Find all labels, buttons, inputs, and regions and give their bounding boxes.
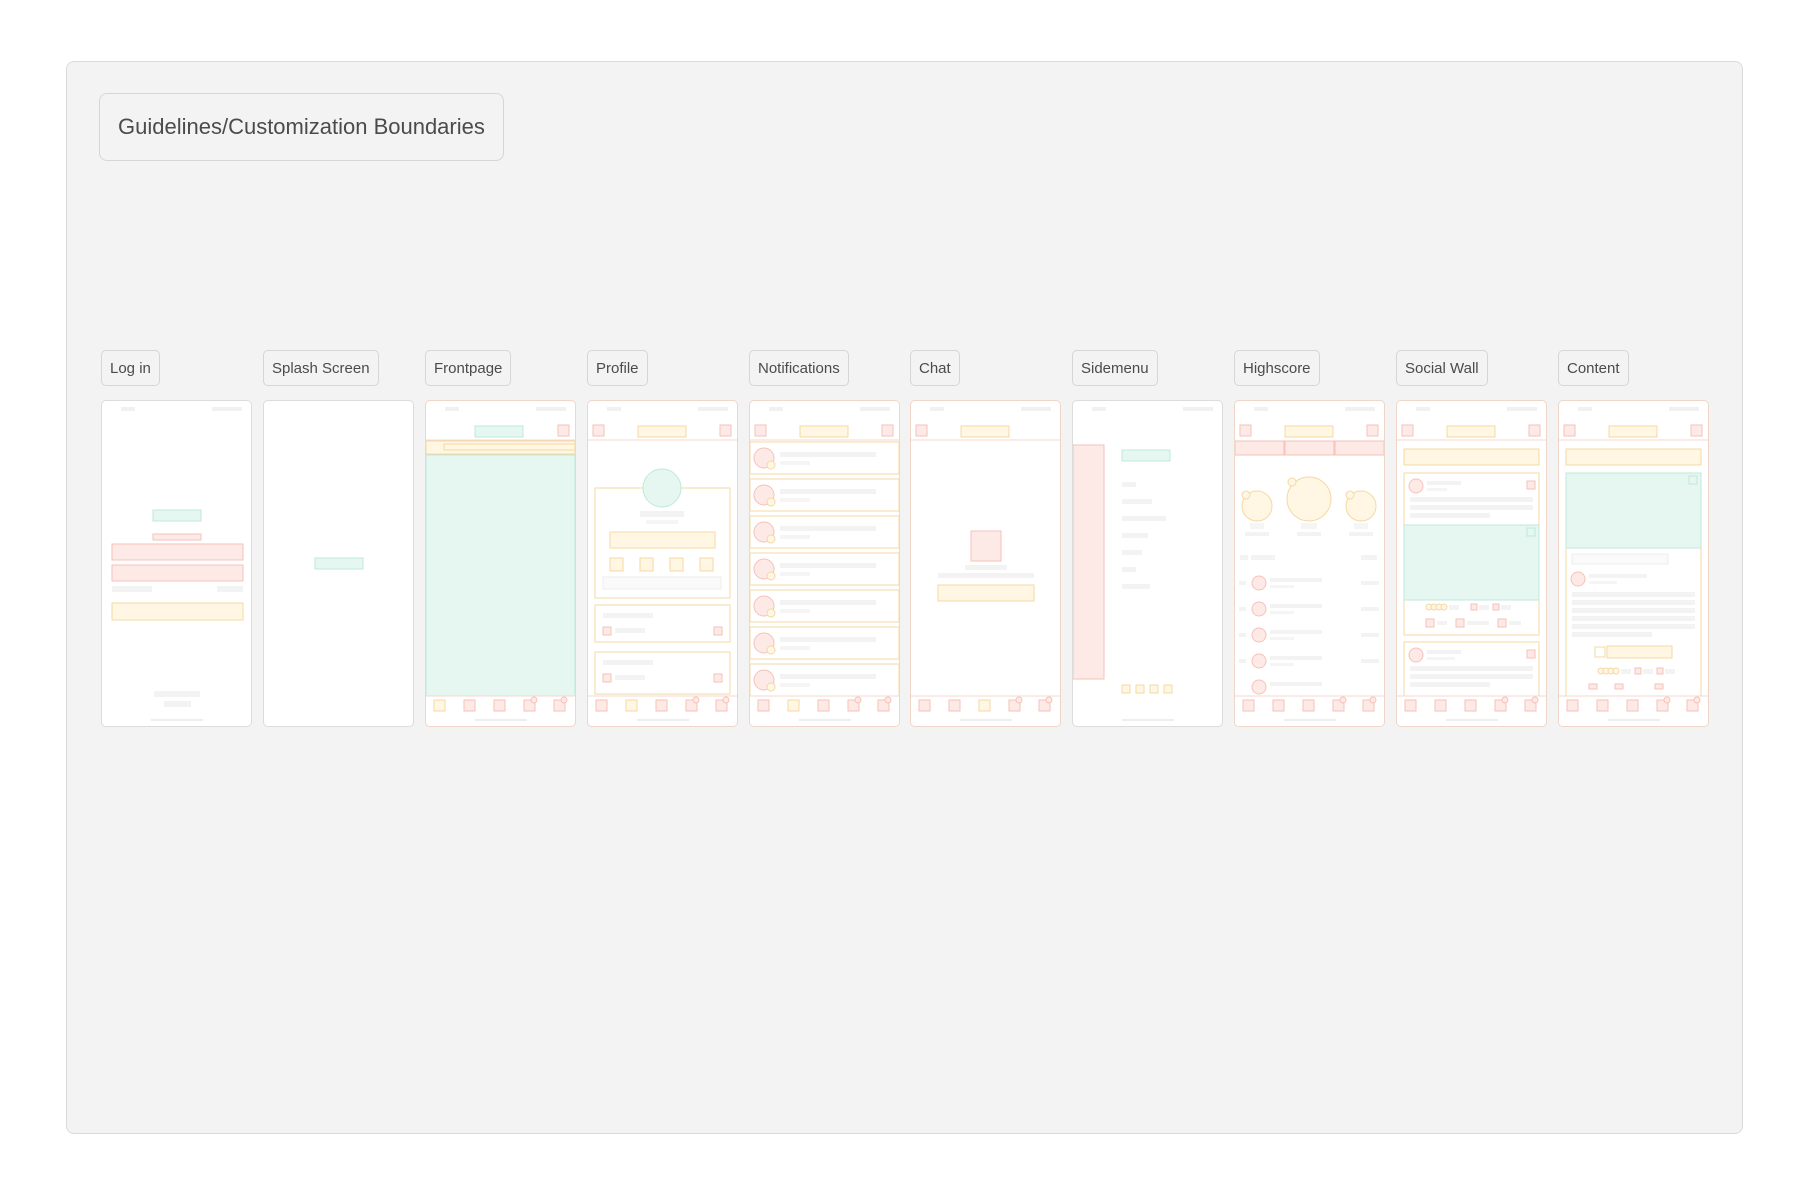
profile-wireframe: [588, 407, 737, 721]
frame-label-frontpage[interactable]: Frontpage: [425, 350, 512, 386]
phone-frame-profile[interactable]: [587, 400, 738, 727]
frame-label-login[interactable]: Log in: [101, 350, 160, 386]
notification-rows: [750, 441, 899, 697]
notifications-wireframe: [750, 407, 899, 726]
frame-label-social-wall[interactable]: Social Wall: [1396, 350, 1488, 386]
splash-wireframe: [314, 557, 364, 570]
phone-frame-chat[interactable]: [910, 400, 1061, 727]
phone-frame-highscore[interactable]: [1234, 400, 1385, 727]
canvas-board: Guidelines/Customization Boundaries Log …: [66, 61, 1743, 1134]
phone-frame-sidemenu[interactable]: [1072, 400, 1223, 727]
content-wireframe: [1559, 407, 1708, 726]
chat-wireframe: [911, 407, 1060, 721]
frontpage-wireframe: [426, 407, 575, 721]
phone-frame-frontpage[interactable]: [425, 400, 576, 727]
phone-frame-splash-screen[interactable]: [263, 400, 414, 727]
phone-frame-notifications[interactable]: [749, 400, 900, 727]
highscore-wireframe: [1235, 407, 1384, 726]
frame-label-highscore[interactable]: Highscore: [1234, 350, 1320, 386]
highscore-rows: [1239, 575, 1379, 695]
phone-frame-login[interactable]: [101, 400, 252, 727]
board-title[interactable]: Guidelines/Customization Boundaries: [99, 93, 504, 161]
frame-label-content[interactable]: Content: [1558, 350, 1629, 386]
frame-label-notifications[interactable]: Notifications: [749, 350, 849, 386]
login-wireframe: [111, 407, 244, 721]
frame-label-chat[interactable]: Chat: [910, 350, 960, 386]
phone-frame-social-wall[interactable]: [1396, 400, 1547, 727]
social-wall-wireframe: [1397, 407, 1546, 721]
frame-label-splash-screen[interactable]: Splash Screen: [263, 350, 379, 386]
frame-label-profile[interactable]: Profile: [587, 350, 648, 386]
frame-label-sidemenu[interactable]: Sidemenu: [1072, 350, 1158, 386]
sidemenu-wireframe: [1073, 407, 1213, 721]
phone-frame-content[interactable]: [1558, 400, 1709, 727]
